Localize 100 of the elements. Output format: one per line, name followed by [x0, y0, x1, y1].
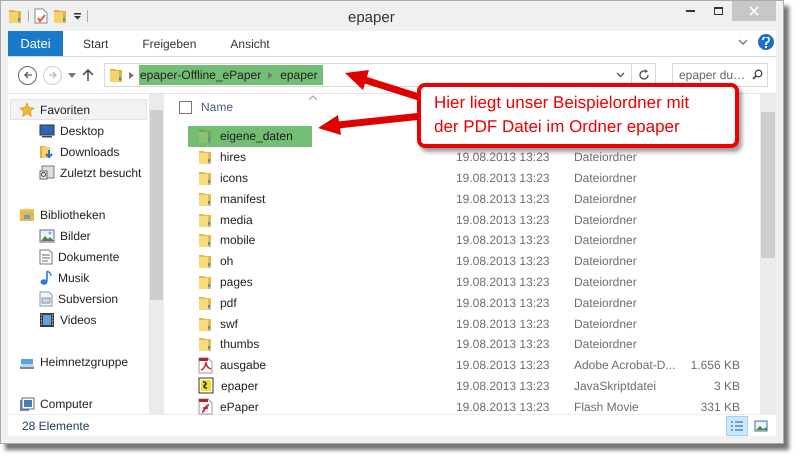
- file-name[interactable]: pdf: [188, 292, 312, 314]
- script-file-icon: [198, 377, 214, 394]
- download-folder-icon: [39, 144, 55, 160]
- right-arrow-icon: [48, 70, 58, 80]
- date-cell-text: 19.08.2013 13:23: [456, 357, 550, 374]
- date-cell-text: 19.08.2013 13:23: [456, 294, 550, 312]
- breadcrumb[interactable]: epaper: [280, 66, 318, 84]
- library-icon: [19, 206, 35, 222]
- date-cell-text: 19.08.2013 13:23: [456, 316, 550, 333]
- help-icon[interactable]: [758, 34, 774, 50]
- window-title: epaper: [348, 8, 395, 28]
- file-name[interactable]: thumbs: [188, 334, 312, 355]
- sidebar-item[interactable]: Subversion: [10, 288, 147, 309]
- folder-icon: [198, 294, 213, 311]
- folder-icon: [198, 274, 213, 290]
- file-name[interactable]: ausgabe: [188, 354, 312, 376]
- sidebar-item[interactable]: Favoriten: [10, 99, 147, 120]
- details-view-button[interactable]: [726, 416, 748, 436]
- type-cell-text: JavaSkriptdatei: [574, 378, 656, 395]
- dropdown-icon: [68, 72, 76, 78]
- scrollbar[interactable]: [760, 94, 776, 414]
- date-cell-text: 19.08.2013 13:23: [456, 190, 550, 208]
- sidebar-item[interactable]: Musik: [10, 267, 147, 288]
- star-icon: [19, 102, 35, 118]
- date-cell-text: 19.08.2013 13:23: [456, 253, 550, 270]
- type-cell-text: Dateiordner: [574, 149, 637, 166]
- type-cell-text: Dateiordner: [574, 190, 637, 208]
- left-arrow-icon: [22, 70, 32, 80]
- chevron-right-icon: [268, 72, 274, 78]
- type-cell-text: Dateiordner: [574, 316, 637, 333]
- computer-icon: [19, 396, 35, 412]
- breadcrumb[interactable]: epaper-Offline_ePaper: [140, 66, 262, 84]
- type-cell-text: Dateiordner: [574, 294, 637, 312]
- ribbon-tab[interactable]: Start: [69, 31, 122, 56]
- type-cell-text: Dateiordner: [574, 212, 637, 229]
- date-cell-text: 19.08.2013 13:23: [456, 378, 550, 395]
- chevron-right-icon: [129, 72, 134, 78]
- folder-icon: [53, 8, 68, 24]
- picture-icon: [39, 228, 55, 242]
- file-name[interactable]: icons: [188, 168, 312, 188]
- sidebar-item[interactable]: Bilder: [10, 225, 147, 246]
- file-name[interactable]: oh: [188, 250, 312, 272]
- sidebar-item[interactable]: Computer: [10, 393, 147, 414]
- sidebar-item[interactable]: Zuletzt besucht: [10, 162, 147, 183]
- chevron-down-icon: [738, 38, 748, 46]
- monitor-icon: [39, 124, 55, 138]
- film-icon: [39, 312, 55, 328]
- search-field[interactable]: epaper du…: [672, 63, 768, 87]
- file-name[interactable]: swf: [188, 313, 312, 334]
- type-cell-text: Flash Movie: [574, 398, 639, 416]
- size-cell-text: 3 KB: [714, 378, 740, 395]
- file-name[interactable]: pages: [188, 271, 312, 292]
- document-icon: [39, 290, 53, 306]
- document-check-icon: [34, 8, 48, 24]
- column-header[interactable]: Name: [201, 98, 234, 116]
- sidebar-item[interactable]: Bibliotheken: [10, 204, 147, 225]
- sidebar-item[interactable]: Videos: [10, 309, 147, 330]
- folder-icon: [198, 149, 213, 166]
- list-icon: [730, 420, 744, 432]
- folder-icon: [198, 336, 213, 352]
- file-name[interactable]: mobile: [188, 230, 312, 251]
- checkbox[interactable]: [179, 100, 192, 114]
- folder-icon: [198, 128, 213, 144]
- file-name[interactable]: hires: [188, 146, 312, 168]
- picture-icon: [754, 420, 768, 432]
- folder-icon: [198, 253, 213, 270]
- type-cell-text: Dateiordner: [574, 274, 637, 291]
- date-cell-text: 19.08.2013 13:23: [456, 170, 550, 187]
- search-icon: [752, 69, 763, 80]
- type-cell-text: Dateiordner: [574, 170, 637, 187]
- date-cell-text: 19.08.2013 13:23: [456, 232, 550, 250]
- ribbon-tab[interactable]: Freigeben: [128, 31, 210, 56]
- folder-icon: [198, 232, 213, 248]
- file-name[interactable]: media: [188, 209, 312, 230]
- music-note-icon: [39, 270, 53, 286]
- date-cell-text: 19.08.2013 13:23: [456, 149, 550, 166]
- back-button[interactable]: [18, 66, 37, 84]
- sidebar-item[interactable]: Desktop: [10, 120, 147, 141]
- file-name[interactable]: manifest: [188, 188, 312, 210]
- dropdown-icon: [73, 12, 82, 20]
- type-cell-text: Adobe Acrobat-D...: [574, 357, 676, 374]
- folder-icon: [109, 67, 124, 83]
- file-tab[interactable]: Datei: [8, 31, 63, 56]
- file-name[interactable]: eigene_daten: [188, 126, 312, 147]
- ribbon-tab[interactable]: Ansicht: [216, 31, 284, 56]
- file-name[interactable]: ePaper: [188, 396, 312, 418]
- folder-icon: [198, 316, 213, 332]
- folder-icon: [198, 212, 213, 228]
- folder-icon: [198, 190, 213, 207]
- sidebar-item[interactable]: Downloads: [10, 141, 147, 162]
- date-cell-text: 19.08.2013 13:23: [456, 212, 550, 229]
- date-cell-text: 19.08.2013 13:23: [456, 274, 550, 291]
- file-name[interactable]: epaper: [188, 375, 312, 396]
- sidebar-item[interactable]: Dokumente: [10, 246, 147, 267]
- sidebar-item[interactable]: Heimnetzgruppe: [10, 351, 147, 372]
- size-cell-text: 1.656 KB: [690, 357, 740, 374]
- scrollbar[interactable]: [149, 94, 164, 414]
- refresh-icon: [638, 69, 650, 81]
- folder-icon: [198, 170, 213, 186]
- up-arrow-icon: [82, 68, 94, 82]
